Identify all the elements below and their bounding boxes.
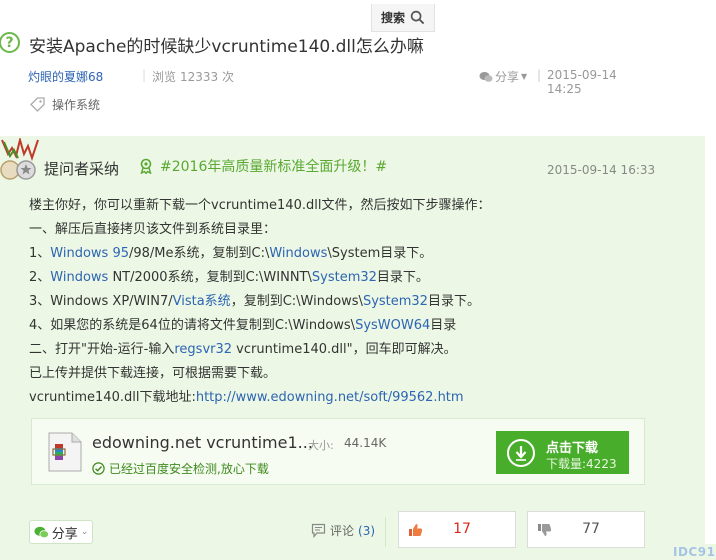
text-segment: 目录下。	[427, 294, 480, 309]
question-tag[interactable]: 操作系统	[29, 96, 100, 113]
file-size-label: 大小:	[308, 439, 334, 452]
tag-label: 操作系统	[52, 98, 101, 112]
text-segment: 1、	[29, 246, 51, 261]
topic-label: #2016年高质量新标准全面升级！#	[160, 159, 388, 175]
text-segment: 2、	[29, 270, 51, 285]
answer-line: vcruntime140.dll下载地址:http://www.edowning…	[29, 386, 669, 410]
text-segment: ，复制到C:\Windows\	[230, 294, 363, 309]
question-meta: 灼眼的夏娜68 | 浏览 12333 次 分享 ▼ | 2015-09-14 1…	[28, 68, 648, 96]
views-label: 浏览	[152, 70, 177, 84]
text-segment: vcruntime140.dll"，回车即可解决。	[232, 342, 457, 357]
text-segment: 二、打开"开始-运行-输入	[29, 342, 175, 357]
answer-line: 1、Windows 95/98/Me系统，复制到C:\Windows\Syste…	[29, 242, 669, 266]
answer-share-button[interactable]: 分享 ⌄	[29, 520, 93, 544]
text-segment: \System目录下。	[327, 246, 433, 261]
text-segment: 3、Windows XP/WIN7/	[29, 294, 173, 309]
question-date: 2015-09-14 14:25	[547, 68, 617, 96]
share-icon	[479, 71, 493, 82]
downvote-button[interactable]: 77	[527, 511, 645, 548]
question-icon: ?	[0, 32, 20, 53]
security-check-note: 已经过百度安全检测,放心下载	[92, 460, 269, 477]
text-segment: NT/2000系统，复制到C:\WINNT\	[108, 270, 312, 285]
comment-button[interactable]: 评论 (3)	[311, 522, 375, 539]
views-count: 12333 次	[180, 70, 234, 84]
text-segment: /98/Me系统，复制到C:\	[129, 246, 270, 261]
comment-label: 评论	[330, 524, 355, 538]
keyword-link[interactable]: Windows 95	[50, 246, 129, 261]
text-segment: 目录	[430, 318, 457, 333]
author-link[interactable]: 灼眼的夏娜68	[28, 68, 103, 85]
thumbs-down-icon	[538, 524, 552, 536]
medal-icon	[0, 138, 39, 180]
download-url-link[interactable]: http://www.edowning.net/soft/99562.htm	[196, 390, 464, 405]
download-button[interactable]: 点击下载 下载量:4223	[496, 431, 629, 474]
download-file-name[interactable]: edowning.net vcruntime1...	[92, 433, 313, 452]
search-button[interactable]: 搜索	[371, 4, 435, 32]
meta-divider: |	[142, 68, 147, 82]
download-button-label: 点击下载	[546, 441, 599, 456]
answer-line: 一、解压后直接拷贝该文件到系统目录里：	[29, 222, 277, 237]
thumbs-up-icon	[409, 524, 423, 536]
upvote-button[interactable]: 17	[398, 511, 516, 548]
site-watermark: IDC91	[673, 545, 716, 559]
keyword-link[interactable]: System32	[363, 294, 428, 309]
text-segment: 目录下。	[376, 270, 429, 285]
keyword-link[interactable]: Windows	[50, 270, 108, 285]
text-segment: vcruntime140.dll下载地址:	[29, 390, 196, 405]
search-label: 搜索	[380, 11, 405, 25]
answer-line: 楼主你好，你可以重新下载一个vcruntime140.dll文件，然后按如下步骤…	[29, 198, 491, 213]
question-title: 安装Apache的时候缺少vcruntime140.dll怎么办嘛	[29, 37, 424, 57]
adopted-answer-label: 提问者采纳	[44, 160, 120, 178]
search-icon	[410, 10, 425, 25]
tag-icon	[30, 97, 45, 112]
topic-link[interactable]: #2016年高质量新标准全面升级！#	[138, 156, 387, 176]
wechat-icon	[34, 526, 49, 538]
answer-body: 楼主你好，你可以重新下载一个vcruntime140.dll文件，然后按如下步骤…	[29, 194, 669, 410]
comment-icon	[311, 523, 326, 538]
answer-line: 4、如果您的系统是64位的请将文件复制到C:\Windows\SysWOW64目…	[29, 314, 669, 338]
keyword-link[interactable]: Vista系统	[173, 294, 231, 309]
answer-line: 已上传并提供下载连接，可根据需要下载。	[29, 366, 277, 381]
meta-divider: |	[537, 68, 542, 82]
ribbon-icon	[140, 158, 152, 174]
upvote-count: 17	[453, 521, 471, 537]
text-segment: 4、如果您的系统是64位的请将文件复制到C:\Windows\	[29, 318, 356, 333]
comment-count: (3)	[358, 523, 376, 538]
download-arrow-icon	[507, 439, 535, 467]
question-share-button[interactable]: 分享 ▼	[479, 68, 527, 85]
chevron-down-icon: ⌄	[80, 527, 89, 537]
download-card: edowning.net vcruntime1... 大小: 44.14K 已经…	[31, 418, 645, 485]
keyword-link[interactable]: Windows	[269, 246, 327, 261]
keyword-link[interactable]: SysWOW64	[355, 318, 430, 333]
answer-line: 2、Windows NT/2000系统，复制到C:\WINNT\System32…	[29, 266, 669, 290]
archive-file-icon	[48, 432, 82, 472]
page-margin	[705, 136, 716, 544]
file-size: 44.14K	[344, 436, 387, 450]
answer-date: 2015-09-14 16:33	[547, 163, 656, 177]
share-label: 分享	[51, 526, 78, 542]
action-divider	[385, 517, 386, 547]
keyword-link[interactable]: regsvr32	[174, 342, 232, 357]
chevron-down-icon: ▼	[521, 72, 528, 81]
downvote-count: 77	[582, 521, 600, 537]
security-check-text: 已经过百度安全检测,放心下载	[109, 462, 269, 476]
check-circle-icon	[92, 462, 105, 475]
share-label: 分享	[495, 70, 520, 84]
answer-line: 二、打开"开始-运行-输入regsvr32 vcruntime140.dll"，…	[29, 338, 669, 362]
answer-line: 3、Windows XP/WIN7/Vista系统，复制到C:\Windows\…	[29, 290, 669, 314]
keyword-link[interactable]: System32	[312, 270, 377, 285]
download-count: 下载量:4223	[546, 457, 617, 471]
